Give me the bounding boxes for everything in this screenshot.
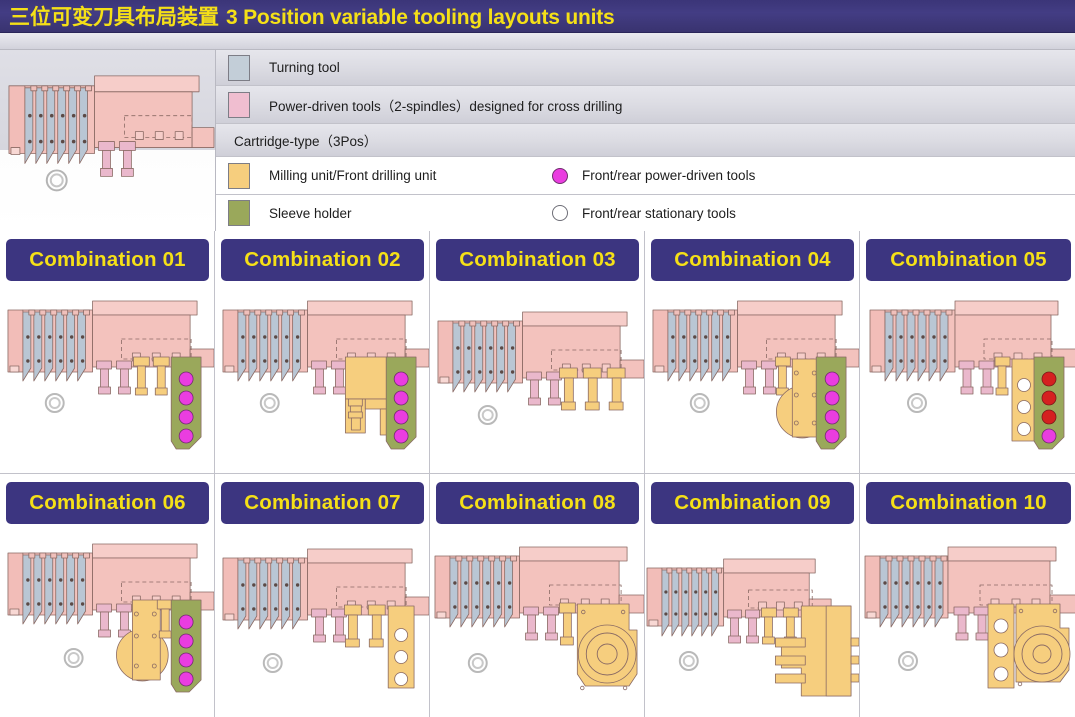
legend-row-sleeve-holder: Sleeve holder Front/rear stationary tool… (216, 195, 1075, 232)
combination-badge-04: Combination 04 (651, 239, 854, 281)
combination-label-07: Combination 07 (244, 491, 401, 514)
combination-label-05: Combination 05 (890, 248, 1047, 271)
watermark-logo (467, 653, 488, 673)
combination-diagram-09 (645, 528, 859, 717)
combination-diagram-01 (0, 285, 214, 473)
combination-diagram-02 (215, 285, 429, 473)
combination-cell-09[interactable]: Combination 09 (645, 474, 860, 717)
front-rear-power-driven-label: Front/rear power-driven tools (582, 168, 756, 183)
page-root: 三位可变刀具布局装置 3 Position variable tooling l… (0, 0, 1075, 717)
combination-badge-09: Combination 09 (651, 482, 854, 524)
combination-label-09: Combination 09 (674, 491, 831, 514)
legend-row-milling-unit: Milling unit/Front drilling unit Front/r… (216, 157, 1075, 195)
combination-diagram-04 (645, 285, 859, 473)
milling-unit-swatch (228, 162, 250, 189)
title-english: 3 Position variable tooling layouts unit… (226, 6, 615, 29)
sleeve-holder-swatch (228, 200, 250, 226)
front-rear-stationary-label: Front/rear stationary tools (582, 205, 736, 221)
watermark-logo (63, 648, 84, 668)
combination-diagram-10 (860, 528, 1075, 717)
watermark-logo (45, 169, 68, 192)
combination-cell-05[interactable]: Combination 05 (860, 231, 1075, 474)
combination-badge-02: Combination 02 (221, 239, 424, 281)
watermark-logo (907, 393, 927, 413)
legend-section: Turning tool Power-driven tools（2-spindl… (0, 49, 1075, 232)
combination-label-10: Combination 10 (890, 491, 1047, 514)
combination-diagram-07 (215, 528, 429, 717)
combination-cell-08[interactable]: Combination 08 (430, 474, 645, 717)
watermark-logo (898, 651, 918, 671)
title-underline-strip (0, 33, 1075, 49)
turning-tool-swatch (228, 54, 250, 81)
combination-badge-06: Combination 06 (6, 482, 209, 524)
combination-badge-05: Combination 05 (866, 239, 1071, 281)
combination-cell-01[interactable]: Combination 01 (0, 231, 215, 474)
watermark-logo (259, 393, 280, 413)
watermark-logo (44, 393, 65, 413)
legend-row-cartridge-type: Cartridge-type（3Pos） (216, 124, 1075, 157)
combination-label-06: Combination 06 (29, 491, 186, 514)
combination-diagram-03 (430, 285, 644, 473)
combination-cell-02[interactable]: Combination 02 (215, 231, 430, 474)
front-rear-power-driven-dot (552, 167, 568, 184)
combination-diagram-05 (860, 285, 1075, 473)
watermark-logo (678, 651, 699, 671)
milling-unit-label: Milling unit/Front drilling unit (269, 168, 437, 183)
combination-cell-10[interactable]: Combination 10 (860, 474, 1075, 717)
front-rear-stationary-dot (552, 205, 568, 221)
combination-cell-03[interactable]: Combination 03 (430, 231, 645, 474)
turning-tool-label: Turning tool (269, 60, 340, 75)
power-driven-tools-swatch (228, 91, 250, 118)
combination-badge-10: Combination 10 (866, 482, 1071, 524)
combination-cell-06[interactable]: Combination 06 (0, 474, 215, 717)
combination-label-03: Combination 03 (459, 248, 616, 271)
watermark-logo (477, 405, 498, 425)
combination-badge-08: Combination 08 (436, 482, 639, 524)
combination-diagram-08 (430, 528, 644, 717)
sleeve-holder-label: Sleeve holder (269, 205, 352, 221)
watermark-logo (262, 653, 283, 673)
combination-badge-07: Combination 07 (221, 482, 424, 524)
cartridge-type-label: Cartridge-type（3Pos） (234, 134, 378, 149)
watermark-logo (689, 393, 710, 413)
combinations-grid: Combination 01 Combination 02 Combinatio… (0, 231, 1075, 717)
combination-diagram-06 (0, 528, 214, 717)
power-driven-tools-label: Power-driven tools（2-spindles）designed f… (269, 98, 623, 114)
title-bar: 三位可变刀具布局装置 3 Position variable tooling l… (0, 0, 1075, 33)
combination-label-08: Combination 08 (459, 491, 616, 514)
combination-label-02: Combination 02 (244, 248, 401, 271)
combination-badge-03: Combination 03 (436, 239, 639, 281)
combination-cell-04[interactable]: Combination 04 (645, 231, 860, 474)
combination-badge-01: Combination 01 (6, 239, 209, 281)
title-chinese: 三位可变刀具布局装置 (9, 5, 219, 29)
combination-label-04: Combination 04 (674, 248, 831, 271)
legend-rows: Turning tool Power-driven tools（2-spindl… (216, 50, 1075, 232)
reference-machine-diagram (0, 50, 216, 232)
legend-row-turning-tool: Turning tool (216, 50, 1075, 86)
combination-cell-07[interactable]: Combination 07 (215, 474, 430, 717)
legend-row-power-driven-tools: Power-driven tools（2-spindles）designed f… (216, 86, 1075, 124)
combination-label-01: Combination 01 (29, 248, 186, 271)
